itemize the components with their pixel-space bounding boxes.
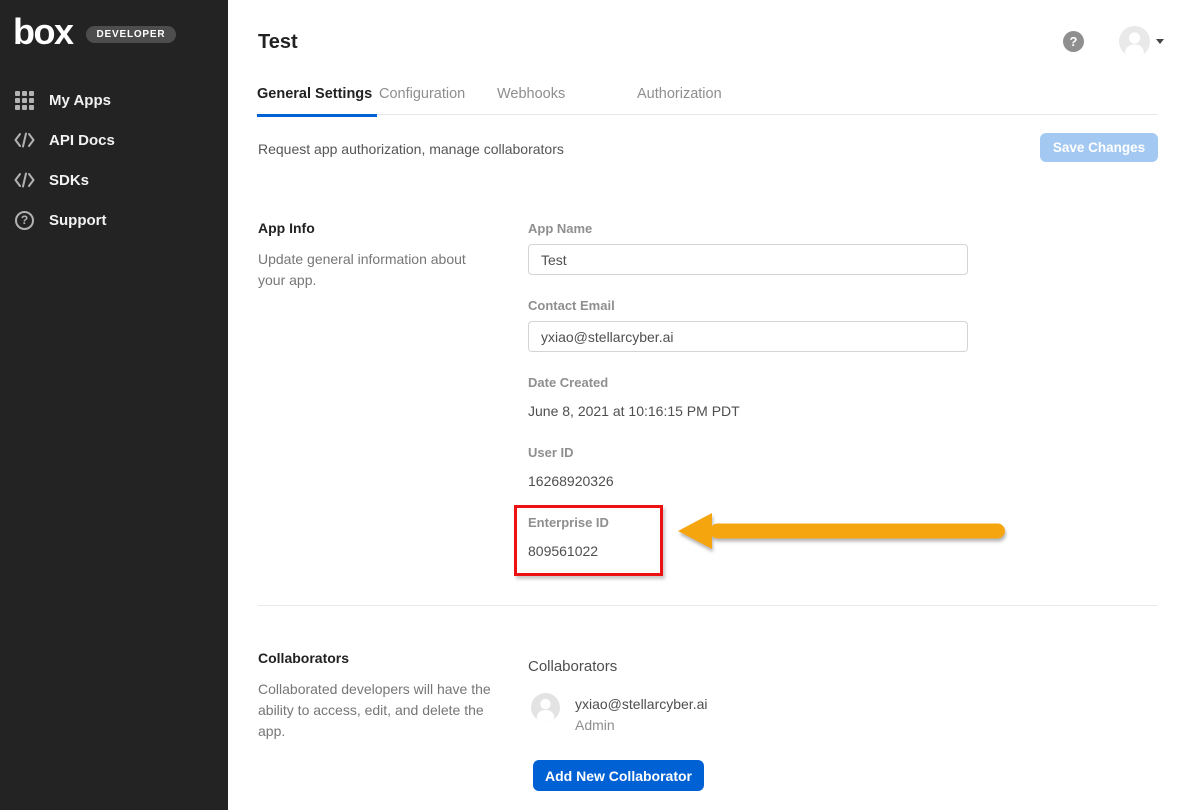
sidebar-item-api-docs[interactable]: API Docs [0,120,228,160]
save-changes-button[interactable]: Save Changes [1040,133,1158,162]
annotation-arrow-icon [670,503,1015,561]
tab-webhooks[interactable]: Webhooks [497,86,565,115]
collaborators-list-label: Collaborators [528,658,617,675]
add-new-collaborator-button[interactable]: Add New Collaborator [533,760,704,791]
collaborators-heading: Collaborators [258,650,349,666]
contact-email-input[interactable] [528,321,968,352]
help-icon[interactable]: ? [1063,31,1084,52]
contact-email-label: Contact Email [528,298,615,313]
code-icon [14,130,35,151]
page-title: Test [258,31,298,54]
date-created-value: June 8, 2021 at 10:16:15 PM PDT [528,403,740,419]
chevron-down-icon[interactable] [1156,39,1164,44]
collaborator-role: Admin [575,717,615,733]
collaborators-description: Collaborated developers will have the ab… [258,679,496,742]
tab-authorization[interactable]: Authorization [637,86,722,115]
question-circle-icon: ? [14,210,35,231]
date-created-label: Date Created [528,375,608,390]
sidebar-item-my-apps[interactable]: My Apps [0,80,228,120]
collaborator-email: yxiao@stellarcyber.ai [575,696,708,712]
sidebar: box DEVELOPER My Apps [0,0,228,810]
sidebar-item-label: My Apps [49,92,111,109]
avatar [531,693,560,722]
person-icon [531,693,560,722]
app-info-heading: App Info [258,220,315,236]
sidebar-item-support[interactable]: ? Support [0,200,228,240]
tab-bar: General Settings Configuration Webhooks … [256,86,1157,115]
tab-general-settings[interactable]: General Settings [257,86,377,115]
app-name-input[interactable] [528,244,968,275]
tab-configuration[interactable]: Configuration [379,86,465,115]
box-developer-console: box DEVELOPER My Apps [0,0,1178,810]
user-id-value: 16268920326 [528,473,614,489]
section-divider [258,605,1157,606]
sidebar-nav: My Apps API Docs SDKs [0,80,228,240]
person-icon [1119,26,1150,57]
sidebar-item-label: SDKs [49,172,89,189]
enterprise-id-highlight-box [514,505,663,576]
user-avatar[interactable] [1119,26,1150,57]
box-logo[interactable]: box DEVELOPER [13,16,176,48]
sidebar-item-sdks[interactable]: SDKs [0,160,228,200]
app-name-label: App Name [528,221,592,236]
box-wordmark: box [13,16,73,48]
user-id-label: User ID [528,445,574,460]
page-subtitle: Request app authorization, manage collab… [258,141,564,157]
sidebar-item-label: Support [49,212,107,229]
developer-badge: DEVELOPER [86,26,177,43]
sidebar-item-label: API Docs [49,132,115,149]
code-icon [14,170,35,191]
app-info-description: Update general information about your ap… [258,249,496,291]
grid-icon [14,90,35,111]
